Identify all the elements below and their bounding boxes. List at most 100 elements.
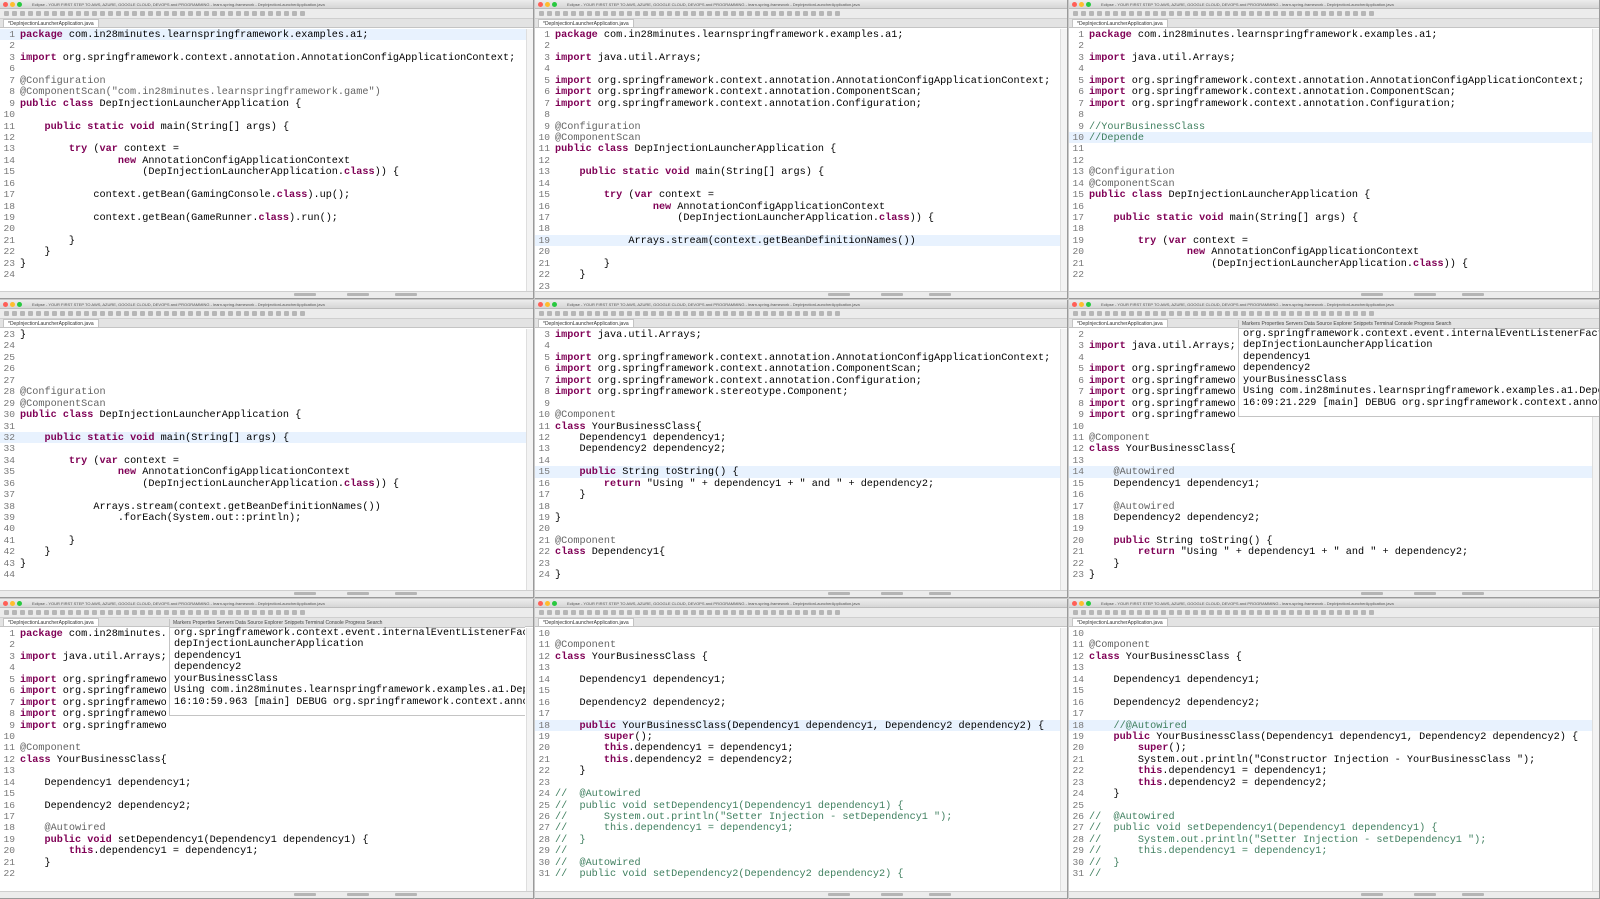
toolbar-button-icon[interactable] bbox=[1145, 311, 1150, 316]
toolbar-button-icon[interactable] bbox=[563, 11, 568, 16]
toolbar-button-icon[interactable] bbox=[292, 610, 297, 615]
toolbar-button-icon[interactable] bbox=[547, 311, 552, 316]
toolbar-button-icon[interactable] bbox=[204, 311, 209, 316]
toolbar-button-icon[interactable] bbox=[76, 610, 81, 615]
toolbar-button-icon[interactable] bbox=[180, 11, 185, 16]
editor-scrollbar[interactable] bbox=[1060, 628, 1067, 891]
toolbar-button-icon[interactable] bbox=[1153, 610, 1158, 615]
code-editor[interactable]: 23} 24 25 26 27 28 @Configuration 29 @ComponentS… bbox=[0, 329, 533, 590]
toolbar-button-icon[interactable] bbox=[172, 610, 177, 615]
toolbar-button-icon[interactable] bbox=[1081, 311, 1086, 316]
toolbar-button-icon[interactable] bbox=[164, 311, 169, 316]
toolbar-button-icon[interactable] bbox=[611, 311, 616, 316]
toolbar-button-icon[interactable] bbox=[1289, 311, 1294, 316]
toolbar-button-icon[interactable] bbox=[188, 311, 193, 316]
toolbar-button-icon[interactable] bbox=[100, 610, 105, 615]
toolbar-button-icon[interactable] bbox=[667, 610, 672, 615]
toolbar-button-icon[interactable] bbox=[268, 11, 273, 16]
toolbar-button-icon[interactable] bbox=[1321, 610, 1326, 615]
toolbar-button-icon[interactable] bbox=[1241, 311, 1246, 316]
toolbar-button-icon[interactable] bbox=[4, 11, 9, 16]
toolbar-button-icon[interactable] bbox=[659, 610, 664, 615]
toolbar-button-icon[interactable] bbox=[667, 11, 672, 16]
toolbar-button-icon[interactable] bbox=[60, 311, 65, 316]
toolbar-button-icon[interactable] bbox=[236, 311, 241, 316]
toolbar-button-icon[interactable] bbox=[28, 11, 33, 16]
toolbar-button-icon[interactable] bbox=[771, 311, 776, 316]
toolbar-button-icon[interactable] bbox=[236, 610, 241, 615]
toolbar-button-icon[interactable] bbox=[1089, 311, 1094, 316]
toolbar-button-icon[interactable] bbox=[603, 11, 608, 16]
toolbar-button-icon[interactable] bbox=[715, 610, 720, 615]
toolbar-button-icon[interactable] bbox=[579, 311, 584, 316]
toolbar-button-icon[interactable] bbox=[683, 11, 688, 16]
toolbar-button-icon[interactable] bbox=[156, 311, 161, 316]
toolbar-button-icon[interactable] bbox=[1089, 11, 1094, 16]
toolbar-button-icon[interactable] bbox=[236, 11, 241, 16]
toolbar-button-icon[interactable] bbox=[180, 610, 185, 615]
toolbar-button-icon[interactable] bbox=[1305, 11, 1310, 16]
editor-scrollbar[interactable] bbox=[526, 329, 533, 590]
toolbar-button-icon[interactable] bbox=[1105, 11, 1110, 16]
toolbar-button-icon[interactable] bbox=[132, 311, 137, 316]
toolbar-button-icon[interactable] bbox=[1289, 610, 1294, 615]
toolbar-button-icon[interactable] bbox=[84, 11, 89, 16]
zoom-window-button[interactable] bbox=[17, 600, 22, 606]
toolbar-button-icon[interactable] bbox=[188, 610, 193, 615]
toolbar-button-icon[interactable] bbox=[819, 610, 824, 615]
toolbar-button-icon[interactable] bbox=[1177, 610, 1182, 615]
editor-tab[interactable]: *DepInjectionLauncherApplication.java bbox=[1072, 319, 1168, 327]
toolbar-button-icon[interactable] bbox=[1089, 610, 1094, 615]
toolbar-button-icon[interactable] bbox=[635, 610, 640, 615]
toolbar-button-icon[interactable] bbox=[1121, 11, 1126, 16]
toolbar-button-icon[interactable] bbox=[300, 11, 305, 16]
toolbar-button-icon[interactable] bbox=[196, 11, 201, 16]
toolbar-button-icon[interactable] bbox=[627, 311, 632, 316]
toolbar-button-icon[interactable] bbox=[683, 610, 688, 615]
toolbar-button-icon[interactable] bbox=[587, 11, 592, 16]
toolbar-button-icon[interactable] bbox=[68, 610, 73, 615]
toolbar-button-icon[interactable] bbox=[148, 11, 153, 16]
toolbar-button-icon[interactable] bbox=[220, 311, 225, 316]
toolbar-button-icon[interactable] bbox=[1073, 11, 1078, 16]
toolbar-button-icon[interactable] bbox=[1225, 311, 1230, 316]
close-window-button[interactable] bbox=[538, 600, 543, 606]
toolbar-button-icon[interactable] bbox=[555, 610, 560, 615]
minimize-window-button[interactable] bbox=[545, 301, 550, 307]
editor-tab[interactable]: *DepInjectionLauncherApplication.java bbox=[3, 319, 99, 327]
close-window-button[interactable] bbox=[538, 301, 543, 307]
toolbar-button-icon[interactable] bbox=[1345, 311, 1350, 316]
toolbar-button-icon[interactable] bbox=[827, 311, 832, 316]
toolbar-button-icon[interactable] bbox=[108, 11, 113, 16]
toolbar-button-icon[interactable] bbox=[619, 11, 624, 16]
minimize-window-button[interactable] bbox=[10, 301, 15, 307]
toolbar-button-icon[interactable] bbox=[1305, 610, 1310, 615]
toolbar-button-icon[interactable] bbox=[1145, 11, 1150, 16]
toolbar-button-icon[interactable] bbox=[212, 311, 217, 316]
minimize-window-button[interactable] bbox=[1079, 1, 1084, 7]
toolbar-button-icon[interactable] bbox=[1241, 610, 1246, 615]
toolbar-button-icon[interactable] bbox=[1105, 610, 1110, 615]
toolbar-button-icon[interactable] bbox=[148, 610, 153, 615]
toolbar-button-icon[interactable] bbox=[52, 11, 57, 16]
editor-tab[interactable]: *DepInjectionLauncherApplication.java bbox=[3, 19, 99, 27]
toolbar-button-icon[interactable] bbox=[1265, 311, 1270, 316]
toolbar-button-icon[interactable] bbox=[1209, 610, 1214, 615]
toolbar-button-icon[interactable] bbox=[547, 11, 552, 16]
toolbar-button-icon[interactable] bbox=[1209, 311, 1214, 316]
toolbar-button-icon[interactable] bbox=[739, 11, 744, 16]
toolbar-button-icon[interactable] bbox=[1113, 311, 1118, 316]
toolbar-button-icon[interactable] bbox=[1233, 11, 1238, 16]
toolbar-button-icon[interactable] bbox=[36, 610, 41, 615]
toolbar-button-icon[interactable] bbox=[156, 610, 161, 615]
toolbar-button-icon[interactable] bbox=[1329, 11, 1334, 16]
toolbar-button-icon[interactable] bbox=[787, 610, 792, 615]
toolbar-button-icon[interactable] bbox=[60, 11, 65, 16]
toolbar-button-icon[interactable] bbox=[1185, 610, 1190, 615]
toolbar-button-icon[interactable] bbox=[1129, 311, 1134, 316]
toolbar-button-icon[interactable] bbox=[52, 311, 57, 316]
toolbar-button-icon[interactable] bbox=[1265, 610, 1270, 615]
close-window-button[interactable] bbox=[1072, 1, 1077, 7]
toolbar-button-icon[interactable] bbox=[1273, 610, 1278, 615]
toolbar-button-icon[interactable] bbox=[675, 11, 680, 16]
